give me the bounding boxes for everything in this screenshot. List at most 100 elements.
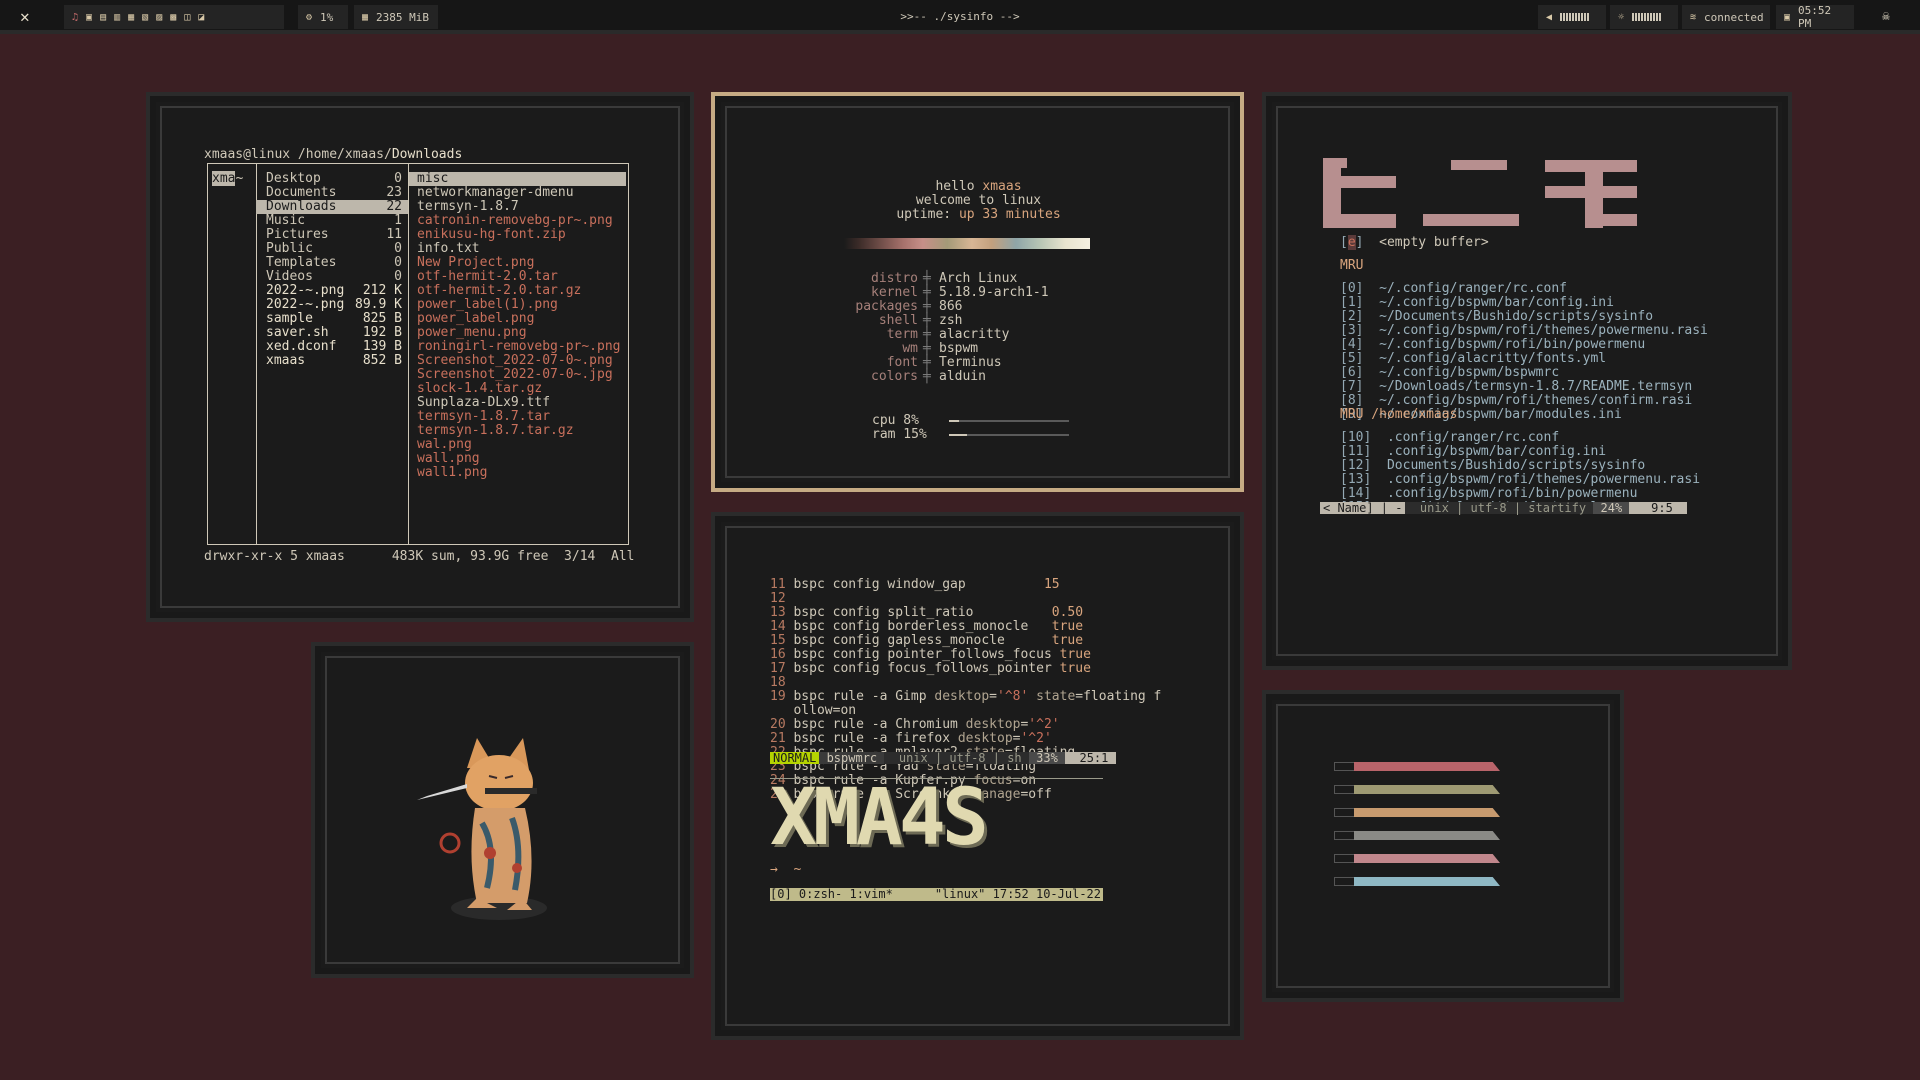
sysinfo-value: alduin [939, 369, 986, 384]
ranger-window[interactable]: xmaas@linux /home/xmaas/Downloads xma~ D… [146, 92, 694, 622]
dir-entry[interactable]: Documents 23 [256, 186, 408, 200]
buffer-label: <empty buffer> [1379, 235, 1489, 250]
mru-entry[interactable]: [4] ~/.config/bspwm/rofi/bin/powermenu [1340, 338, 1708, 352]
volume-level-bar[interactable] [1560, 13, 1590, 21]
sysinfo-window[interactable]: hello xmaas welcome to linux uptime: up … [711, 92, 1244, 492]
buffer-percent: 24% [1593, 501, 1630, 515]
mru-index: [10] [1340, 430, 1387, 445]
code-token: 15 [1043, 577, 1060, 592]
palette-swatch-tail [1334, 854, 1356, 863]
username: xmaas [982, 179, 1022, 194]
dir-entry[interactable]: Pictures 11 [256, 228, 408, 242]
startify-window[interactable]: [e] <empty buffer> MRU [0] ~/.config/ran… [1262, 92, 1792, 670]
file-entry[interactable]: wal.png [409, 438, 628, 452]
dir-entry[interactable]: Videos 0 [256, 270, 408, 284]
file-entry[interactable]: misc [409, 172, 626, 186]
dir-entry[interactable]: Desktop 0 [256, 172, 408, 186]
ram-meter [949, 434, 1069, 436]
dir-entry[interactable]: 2022-~.png 89.9 K [256, 298, 408, 312]
mru-home-entry[interactable]: [13] .config/bspwm/rofi/themes/powermenu… [1340, 473, 1700, 487]
mru-index: [7] [1340, 379, 1380, 394]
cat-image-window[interactable] [311, 642, 694, 978]
sysinfo-separator: ╪ [923, 355, 931, 370]
file-entry[interactable]: Screenshot_2022-07-0~.png [409, 354, 628, 368]
dir-entry[interactable]: xmaas 852 B [256, 354, 408, 368]
top-bar: ✕ ♫ ▣ ▤ ▥ ▦ ▧ ▨ ▩ ◫ ◪ ⚙ 1% ▦ 2385 MiB >>… [0, 0, 1920, 34]
file-entry[interactable]: power_menu.png [409, 326, 628, 340]
file-entry[interactable]: wall.png [409, 452, 628, 466]
tmux-windows[interactable]: [0] 0:zsh- 1:vim* [770, 887, 893, 901]
vim-buffer[interactable]: 11 bspc config window_gap 15 12 13 bspc c… [770, 578, 1161, 802]
parent-item[interactable]: xma~ [212, 171, 256, 186]
file-entry[interactable]: networkmanager-dmenu [409, 186, 628, 200]
file-entry[interactable]: info.txt [409, 242, 628, 256]
palette-swatch [1354, 762, 1500, 771]
code-token: desktop [965, 717, 1021, 732]
mru-entry[interactable]: [6] ~/.config/bspwm/bspwmrc [1340, 366, 1708, 380]
empty-buffer-entry[interactable]: [e] <empty buffer> [1340, 235, 1489, 250]
network-module[interactable]: ≋ connected [1682, 5, 1770, 29]
dir-entry[interactable]: saver.sh 192 B [256, 326, 408, 340]
file-entry[interactable]: New Project.png [409, 256, 628, 270]
mru-index: [4] [1340, 337, 1380, 352]
dir-entry-name: Templates [266, 255, 337, 270]
mru-home-entry[interactable]: [11] .config/bspwm/bar/config.ini [1340, 445, 1700, 459]
mru-entry[interactable]: [8] ~/.config/bspwm/rofi/themes/confirm.… [1340, 394, 1708, 408]
volume-module[interactable]: ◀ [1538, 5, 1606, 29]
mru-entry[interactable]: [1] ~/.config/bspwm/bar/config.ini [1340, 296, 1708, 310]
file-entry[interactable]: Screenshot_2022-07-0~.jpg [409, 368, 628, 382]
palette-swatch [1354, 854, 1500, 863]
mru-entry[interactable]: [7] ~/Downloads/termsyn-1.8.7/README.ter… [1340, 380, 1708, 394]
greeting: hello xmaas [935, 179, 1022, 194]
mru-path: ~/.config/ranger/rc.conf [1379, 281, 1567, 296]
dir-entry[interactable]: Templates 0 [256, 256, 408, 270]
sysinfo-separator: ╪ [923, 285, 931, 300]
code-token: 0.50 [1051, 605, 1084, 620]
mru-home-entry[interactable]: [10] .config/ranger/rc.conf [1340, 431, 1700, 445]
dir-entry-size: 23 [386, 185, 402, 200]
vim-pane: 11 bspc config window_gap 15 12 13 bspc c… [725, 526, 1230, 1026]
mru-index: [13] [1340, 472, 1387, 487]
dir-entry[interactable]: Music 1 [256, 214, 408, 228]
brightness-module[interactable]: ☼ [1610, 5, 1678, 29]
mru-entry[interactable]: [0] ~/.config/ranger/rc.conf [1340, 282, 1708, 296]
code-token: true [1051, 619, 1084, 634]
mru-home-entry[interactable]: [14] .config/bspwm/rofi/bin/powermenu [1340, 487, 1700, 501]
file-entry[interactable]: roningirl-removebg-pr~.png [409, 340, 628, 354]
dir-entry[interactable]: Public 0 [256, 242, 408, 256]
brightness-level-bar[interactable] [1632, 13, 1662, 21]
palette-window[interactable] [1262, 690, 1624, 1002]
code-line: 20 bspc rule -a Chromium desktop='^2' [770, 718, 1161, 732]
dir-entry[interactable]: 2022-~.png 212 K [256, 284, 408, 298]
mru-entry[interactable]: [5] ~/.config/alacritty/fonts.yml [1340, 352, 1708, 366]
dir-entry-name: sample [266, 311, 313, 326]
shell-prompt[interactable]: → ~ [770, 863, 801, 877]
power-skull-icon[interactable]: ☠ [1882, 9, 1890, 24]
file-entry[interactable]: wall1.png [409, 466, 628, 480]
code-line: 12 [770, 592, 1161, 606]
file-entry[interactable]: otf-hermit-2.0.tar.gz [409, 284, 628, 298]
dir-entry[interactable]: sample 825 B [256, 312, 408, 326]
mru-entry[interactable]: [3] ~/.config/bspwm/rofi/themes/powermen… [1340, 324, 1708, 338]
file-entry[interactable]: power_label(1).png [409, 298, 628, 312]
file-entry[interactable]: power_label.png [409, 312, 628, 326]
dir-entry-name: Pictures [266, 227, 329, 242]
ranger-pane: xmaas@linux /home/xmaas/Downloads xma~ D… [160, 106, 680, 608]
file-entry[interactable]: Sunplaza-DLx9.ttf [409, 396, 628, 410]
file-entry[interactable]: termsyn-1.8.7.tar.gz [409, 424, 628, 438]
palette-swatch-tail [1334, 877, 1356, 886]
file-entry[interactable]: slock-1.4.tar.gz [409, 382, 628, 396]
dir-entry[interactable]: xed.dconf 139 B [256, 340, 408, 354]
file-entry[interactable]: otf-hermit-2.0.tar [409, 270, 628, 284]
file-entry[interactable]: enikusu-hg-font.zip [409, 228, 628, 242]
vim-window[interactable]: 11 bspc config window_gap 15 12 13 bspc c… [711, 512, 1244, 1040]
sysinfo-value: 5.18.9-arch1-1 [939, 285, 1049, 300]
file-entry[interactable]: termsyn-1.8.7.tar [409, 410, 628, 424]
mru-home-entry[interactable]: [12] Documents/Bushido/scripts/sysinfo [1340, 459, 1700, 473]
mru-entry[interactable]: [2] ~/Documents/Bushido/scripts/sysinfo [1340, 310, 1708, 324]
dir-entry[interactable]: Downloads 22 [256, 200, 408, 214]
file-entry[interactable]: catronin-removebg-pr~.png [409, 214, 628, 228]
dir-entry-name: Videos [266, 269, 313, 284]
file-entry[interactable]: termsyn-1.8.7 [409, 200, 628, 214]
dir-entry-size: 212 K [362, 283, 402, 298]
